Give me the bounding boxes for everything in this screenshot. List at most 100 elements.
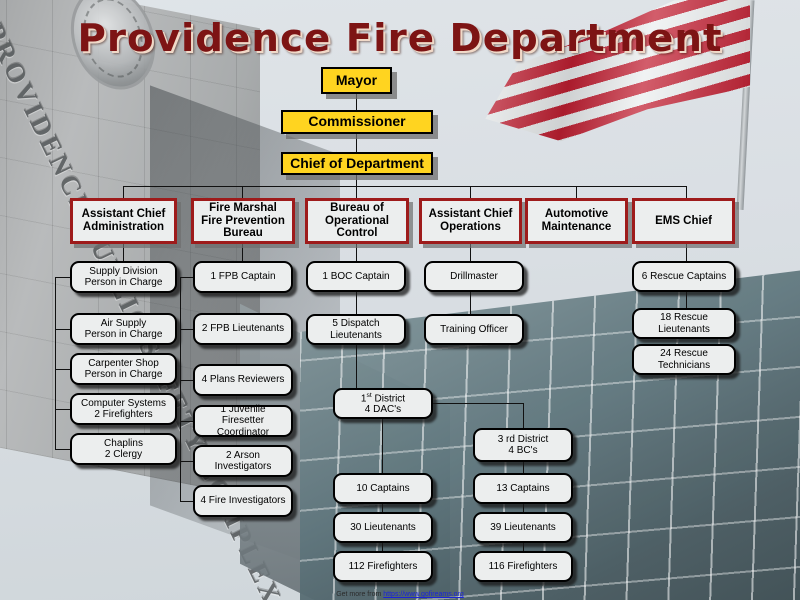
- connector-fm-branch-1: [180, 329, 193, 330]
- division-admin-line1: Assistant Chief: [81, 208, 166, 221]
- connector-admin-branch-0: [55, 277, 70, 278]
- node-district-1-lieutenants[interactable]: 30 Lieutenants: [333, 512, 433, 543]
- node-admin-unit-1[interactable]: Air Supply Person in Charge: [70, 313, 177, 345]
- node-ops-unit-0[interactable]: Drillmaster: [424, 261, 524, 292]
- admin-unit-3-line1: Computer Systems: [80, 397, 167, 409]
- node-ems-unit-2[interactable]: 24 Rescue Technicians: [632, 344, 736, 375]
- connector-fm-stub: [242, 244, 243, 261]
- node-ems-unit-1[interactable]: 18 Rescue Lieutenants: [632, 308, 736, 339]
- division-ops-line2: Operations: [440, 221, 501, 233]
- connector-boc-to-district1: [356, 345, 357, 388]
- connector-bus-automotive: [576, 186, 577, 198]
- admin-unit-1-line2: Person in Charge: [84, 329, 163, 340]
- ems-unit-1-line2: Lieutenants: [658, 323, 710, 335]
- division-ops-line1: Assistant Chief: [428, 208, 513, 221]
- division-fm-line3: Bureau: [223, 227, 263, 240]
- connector-ops-1-2: [470, 292, 471, 314]
- connector-d1-d3-elbow-v: [523, 403, 524, 428]
- division-auto-line1: Automotive: [544, 208, 609, 221]
- node-assistant-chief-operations[interactable]: Assistant Chief Operations: [419, 198, 522, 244]
- admin-unit-0-line2: Person in Charge: [84, 277, 163, 288]
- node-ems-chief[interactable]: EMS Chief: [632, 198, 735, 244]
- node-fm-unit-4[interactable]: 2 Arson Investigators: [193, 445, 293, 477]
- node-chief-label: Chief of Department: [290, 154, 424, 171]
- division-admin-line2: Administration: [82, 221, 165, 233]
- connector-bus-operations: [470, 186, 471, 198]
- connector-boc-stub: [356, 244, 357, 261]
- connector-fm-branch-0: [180, 277, 193, 278]
- fm-unit-3-line2: Coordinator: [216, 426, 270, 438]
- node-admin-unit-2[interactable]: Carpenter Shop Person in Charge: [70, 353, 177, 385]
- district-3-rank-0: 13 Captains: [496, 482, 550, 494]
- district-3-rank-2: 116 Firefighters: [488, 560, 558, 572]
- district-1-rank-2: 112 Firefighters: [348, 560, 418, 572]
- connector-ops-stub: [470, 244, 471, 261]
- connector-d1-to-captains: [382, 419, 383, 473]
- connector-bus-ems: [686, 186, 687, 198]
- node-admin-unit-3[interactable]: Computer Systems 2 Firefighters: [70, 393, 177, 425]
- fm-unit-2-line1: 4 Plans Reviewers: [201, 374, 285, 386]
- footer-credit: Get more from https://www.gofireams.org: [0, 591, 800, 598]
- node-district-1-captains[interactable]: 10 Captains: [333, 473, 433, 504]
- node-admin-unit-0[interactable]: Supply Division Person in Charge: [70, 261, 177, 293]
- node-boc-unit-1[interactable]: 5 Dispatch Lieutenants: [306, 314, 406, 345]
- district-1-header: 1st District: [360, 391, 406, 404]
- connector-d1-d3-elbow-h: [430, 403, 523, 404]
- district-3-rank-1: 39 Lieutenants: [490, 521, 556, 533]
- admin-unit-0-line1: Supply Division: [89, 265, 158, 277]
- node-district-3-captains[interactable]: 13 Captains: [473, 473, 573, 504]
- connector-bus-fire-marshal: [242, 186, 243, 198]
- node-fm-unit-0[interactable]: 1 FPB Captain: [193, 261, 293, 293]
- node-district-1[interactable]: 1st District 4 DAC's: [333, 388, 433, 419]
- node-mayor[interactable]: Mayor: [321, 67, 392, 94]
- admin-unit-2-line1: Carpenter Shop: [88, 357, 159, 369]
- division-fm-line2: Fire Prevention: [201, 214, 285, 227]
- connector-chief-down: [356, 174, 357, 186]
- connector-ems-stub: [686, 244, 687, 261]
- fm-unit-3-line1: 1 Juvenile Firesetter: [220, 404, 266, 427]
- node-district-3-firefighters[interactable]: 116 Firefighters: [473, 551, 573, 582]
- district-3-header-line2: 4 BC's: [508, 445, 538, 456]
- connector-division-bus: [123, 186, 686, 187]
- fm-unit-4-line2: Investigators: [214, 461, 272, 472]
- boc-unit-1-line1: 5 Dispatch: [332, 318, 380, 330]
- node-fire-marshal-bureau[interactable]: Fire Marshal Fire Prevention Bureau: [191, 198, 295, 244]
- node-district-3[interactable]: 3 rd District 4 BC's: [473, 428, 573, 462]
- node-chief-of-department[interactable]: Chief of Department: [281, 152, 433, 175]
- ems-unit-1-line1: 18 Rescue: [660, 312, 708, 324]
- node-ops-unit-1[interactable]: Training Officer: [424, 314, 524, 345]
- ems-unit-2-line2: Technicians: [657, 359, 711, 371]
- node-commissioner[interactable]: Commissioner: [281, 110, 433, 134]
- connector-fm-branch-4: [180, 461, 193, 462]
- node-assistant-chief-administration[interactable]: Assistant Chief Administration: [70, 198, 177, 244]
- node-fm-unit-3[interactable]: 1 Juvenile Firesetter Coordinator: [193, 404, 293, 438]
- node-ems-unit-0[interactable]: 6 Rescue Captains: [632, 261, 736, 292]
- division-boc-line1: Bureau of: [330, 201, 384, 214]
- node-bureau-operational-control[interactable]: Bureau of Operational Control: [305, 198, 409, 244]
- node-automotive-maintenance[interactable]: Automotive Maintenance: [525, 198, 628, 244]
- node-district-1-firefighters[interactable]: 112 Firefighters: [333, 551, 433, 582]
- admin-unit-4-line1: Chaplins: [104, 437, 143, 449]
- district-1-header-line2: 4 DAC's: [364, 404, 402, 416]
- node-mayor-label: Mayor: [335, 71, 378, 88]
- ems-unit-2-line1: 24 Rescue: [660, 348, 708, 360]
- node-fm-unit-2[interactable]: 4 Plans Reviewers: [193, 364, 293, 396]
- division-ems-line1: EMS Chief: [655, 214, 712, 227]
- connector-fm-branch-3: [180, 421, 193, 422]
- fm-unit-4-line1: 2 Arson: [226, 449, 260, 461]
- connector-admin-branch-1: [55, 329, 70, 330]
- boc-unit-0-line1: 1 BOC Captain: [322, 270, 390, 282]
- connector-boc-1-2: [356, 292, 357, 314]
- footer-link[interactable]: https://www.gofireams.org: [383, 591, 464, 598]
- node-fm-unit-5[interactable]: 4 Fire Investigators: [193, 485, 293, 517]
- node-admin-unit-4[interactable]: Chaplins 2 Clergy: [70, 433, 177, 465]
- division-fm-line1: Fire Marshal: [209, 201, 277, 214]
- node-district-3-lieutenants[interactable]: 39 Lieutenants: [473, 512, 573, 543]
- division-boc-line2: Operational: [325, 214, 389, 227]
- admin-unit-3-line2: 2 Firefighters: [94, 409, 153, 420]
- fm-unit-5-line1: 4 Fire Investigators: [200, 495, 286, 507]
- node-boc-unit-0[interactable]: 1 BOC Captain: [306, 261, 406, 292]
- district-1-rank-1: 30 Lieutenants: [350, 521, 416, 533]
- connector-bus-boc: [356, 186, 357, 198]
- node-fm-unit-1[interactable]: 2 FPB Lieutenants: [193, 313, 293, 345]
